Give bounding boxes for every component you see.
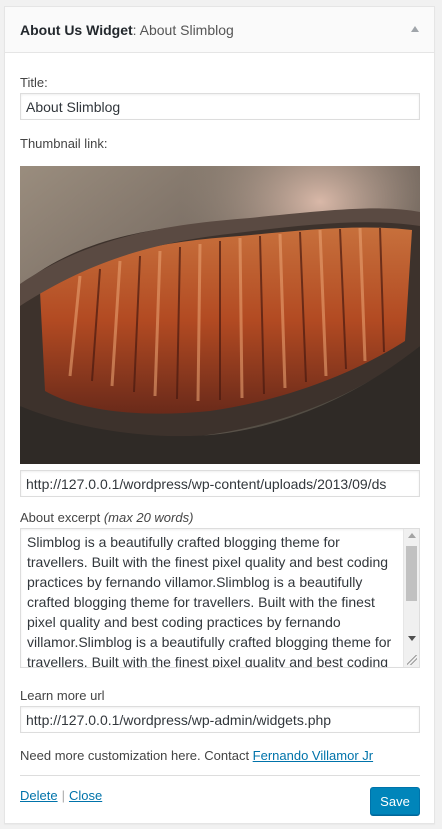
widget-instance-title: : About Slimblog — [132, 22, 234, 38]
help-text: Need more customization here. Contact Fe… — [20, 748, 373, 763]
scroll-down-icon[interactable] — [408, 636, 416, 641]
arrow-up-icon[interactable] — [411, 26, 419, 32]
learn-more-label: Learn more url — [20, 688, 105, 703]
close-link[interactable]: Close — [69, 788, 102, 803]
thumbnail-preview-image — [20, 166, 420, 464]
learn-more-url-input[interactable] — [20, 706, 420, 733]
widget-header[interactable]: About Us Widget: About Slimblog — [5, 7, 434, 53]
contact-link[interactable]: Fernando Villamor Jr — [253, 748, 373, 763]
excerpt-scrollbar[interactable] — [403, 529, 419, 667]
thumbnail-label: Thumbnail link: — [20, 136, 108, 151]
divider — [20, 775, 420, 776]
thumbnail-url-input[interactable] — [20, 470, 420, 497]
scrollbar-thumb[interactable] — [406, 546, 417, 601]
excerpt-textarea[interactable]: Slimblog is a beautifully crafted bloggi… — [20, 528, 420, 668]
help-text-body: Need more customization here. Contact — [20, 748, 253, 763]
title-label: Title: — [20, 75, 48, 90]
save-button[interactable]: Save — [370, 787, 420, 815]
title-input[interactable] — [20, 93, 420, 120]
separator: | — [61, 788, 65, 803]
excerpt-label: About excerpt (max 20 words) — [20, 510, 193, 525]
excerpt-text: Slimblog is a beautifully crafted bloggi… — [27, 534, 392, 668]
delete-link[interactable]: Delete — [20, 788, 58, 803]
widget-title: About Us Widget: About Slimblog — [20, 22, 234, 38]
resize-grip-icon[interactable] — [407, 655, 417, 665]
excerpt-label-text: About excerpt — [20, 510, 101, 525]
about-us-widget: About Us Widget: About Slimblog Title: T… — [4, 6, 435, 824]
widget-control-actions: Delete | Close — [20, 788, 102, 803]
widget-name: About Us Widget — [20, 22, 133, 38]
scroll-up-icon[interactable] — [408, 533, 416, 538]
excerpt-hint: (max 20 words) — [103, 510, 194, 525]
